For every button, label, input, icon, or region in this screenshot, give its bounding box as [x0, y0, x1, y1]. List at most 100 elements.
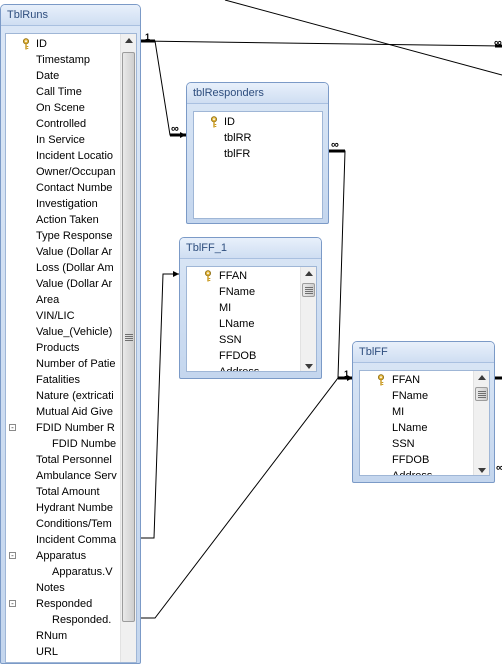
- relationship-line-responders-ff: [329, 150, 353, 379]
- field-row[interactable]: Owner/Occupan: [6, 164, 118, 180]
- field-row[interactable]: Total Amount: [6, 484, 118, 500]
- field-row[interactable]: On Scene: [6, 100, 118, 116]
- field-row[interactable]: tblRR: [194, 130, 322, 146]
- field-row[interactable]: tblFR: [194, 146, 322, 162]
- field-row[interactable]: ID: [6, 36, 118, 52]
- field-row[interactable]: MI: [360, 404, 472, 420]
- field-row[interactable]: FDID Numbe: [6, 436, 118, 452]
- scroll-down-icon[interactable]: [477, 468, 486, 473]
- table-title[interactable]: TblFF_1: [180, 238, 321, 259]
- field-row[interactable]: URL: [6, 644, 118, 660]
- relationship-line-offscreen-diagonal: [224, 0, 502, 76]
- table-title[interactable]: TblRuns: [1, 5, 140, 26]
- field-row[interactable]: FFAN: [360, 372, 472, 388]
- scroll-up-icon[interactable]: [304, 271, 313, 276]
- field-list[interactable]: FFAN FName MI LName SSN FFDOB Address: [186, 266, 317, 372]
- field-row[interactable]: Area: [6, 292, 118, 308]
- field-row[interactable]: Incident Locatio: [6, 148, 118, 164]
- field-label: FFDOB: [219, 350, 257, 362]
- field-label: Address: [219, 366, 260, 372]
- field-row[interactable]: Nature (extricati: [6, 388, 118, 404]
- field-row[interactable]: SSN: [360, 436, 472, 452]
- field-list[interactable]: ID Timestamp Date Call Time On Scene Controll…: [5, 33, 137, 663]
- field-row[interactable]: Timestamp: [6, 52, 118, 68]
- field-row[interactable]: Fatalities: [6, 372, 118, 388]
- field-row[interactable]: Notes: [6, 580, 118, 596]
- field-label: FName: [219, 286, 256, 298]
- field-row[interactable]: Apparatus.V: [6, 564, 118, 580]
- field-row[interactable]: FFDOB: [360, 452, 472, 468]
- field-row[interactable]: FName: [187, 284, 299, 300]
- field-row[interactable]: Value (Dollar Ar: [6, 276, 118, 292]
- field-list[interactable]: FFAN FName MI LName SSN FFDOB Address: [359, 370, 490, 476]
- field-row[interactable]: ID: [194, 114, 322, 130]
- scroll-thumb[interactable]: [302, 283, 315, 297]
- field-row[interactable]: FFAN: [187, 268, 299, 284]
- field-row[interactable]: Controlled: [6, 116, 118, 132]
- field-row[interactable]: Action Taken: [6, 212, 118, 228]
- field-rows: FFAN FName MI LName SSN FFDOB Address: [360, 372, 472, 475]
- collapse-icon[interactable]: -: [9, 600, 16, 608]
- field-label: LName: [219, 318, 255, 330]
- primary-key-icon: [377, 374, 385, 386]
- field-row[interactable]: Date: [6, 68, 118, 84]
- table-title[interactable]: tblResponders: [187, 83, 328, 104]
- field-list[interactable]: ID tblRR tblFR: [193, 111, 323, 219]
- field-label: RNum: [36, 630, 68, 642]
- field-row[interactable]: LName: [187, 316, 299, 332]
- field-row[interactable]: Contact Numbe: [6, 180, 118, 196]
- field-label: Area: [36, 294, 60, 306]
- scroll-up-icon[interactable]: [124, 38, 133, 43]
- field-row[interactable]: Loss (Dollar Am: [6, 260, 118, 276]
- table-title[interactable]: TblFF: [353, 342, 494, 363]
- field-row[interactable]: Conditions/Tem: [6, 516, 118, 532]
- scroll-thumb[interactable]: [475, 387, 488, 401]
- table-tblresponders[interactable]: tblResponders ID tblRR tblFR: [186, 82, 329, 224]
- field-row[interactable]: Address: [360, 468, 472, 475]
- scroll-down-icon[interactable]: [304, 364, 313, 369]
- table-tblff-1[interactable]: TblFF_1 FFAN FName MI LName SSN FFDOB Address: [179, 237, 322, 379]
- field-row[interactable]: - FDID Number R: [6, 420, 118, 436]
- scroll-up-icon[interactable]: [477, 375, 486, 380]
- field-row[interactable]: Call Time: [6, 84, 118, 100]
- field-row[interactable]: Address: [187, 364, 299, 372]
- field-rows: ID Timestamp Date Call Time On Scene Controll…: [6, 36, 118, 660]
- table-tblff[interactable]: TblFF FFAN FName MI LName SSN FFDOB Address: [352, 341, 495, 483]
- collapse-icon[interactable]: -: [9, 552, 16, 560]
- field-row[interactable]: Responded.: [6, 612, 118, 628]
- field-row[interactable]: Number of Patie: [6, 356, 118, 372]
- scroll-thumb[interactable]: [122, 52, 135, 622]
- vertical-scrollbar[interactable]: [120, 34, 136, 662]
- field-row[interactable]: - Responded: [6, 596, 118, 612]
- field-row[interactable]: FFDOB: [187, 348, 299, 364]
- field-row[interactable]: Incident Comma: [6, 532, 118, 548]
- field-row[interactable]: Total Personnel: [6, 452, 118, 468]
- field-row[interactable]: FName: [360, 388, 472, 404]
- field-label: Mutual Aid Give: [36, 406, 114, 418]
- vertical-scrollbar[interactable]: [300, 267, 316, 371]
- field-row[interactable]: Products: [6, 340, 118, 356]
- field-row[interactable]: MI: [187, 300, 299, 316]
- field-row[interactable]: Ambulance Serv: [6, 468, 118, 484]
- grip-icon: [124, 334, 133, 341]
- field-row[interactable]: Hydrant Numbe: [6, 500, 118, 516]
- field-label: VIN/LIC: [36, 310, 75, 322]
- field-label: Products: [36, 342, 80, 354]
- field-row[interactable]: SSN: [187, 332, 299, 348]
- collapse-icon[interactable]: -: [9, 424, 16, 432]
- field-row[interactable]: Mutual Aid Give: [6, 404, 118, 420]
- field-label: Owner/Occupan: [36, 166, 116, 178]
- field-row[interactable]: Investigation: [6, 196, 118, 212]
- field-row[interactable]: RNum: [6, 628, 118, 644]
- field-row[interactable]: In Service: [6, 132, 118, 148]
- field-row[interactable]: Value_(Vehicle): [6, 324, 118, 340]
- field-row[interactable]: Type Response: [6, 228, 118, 244]
- field-row[interactable]: Value (Dollar Ar: [6, 244, 118, 260]
- vertical-scrollbar[interactable]: [473, 371, 489, 475]
- field-row[interactable]: VIN/LIC: [6, 308, 118, 324]
- field-row[interactable]: LName: [360, 420, 472, 436]
- field-rows: ID tblRR tblFR: [194, 114, 322, 162]
- relationship-line-runs-ff1: [141, 273, 179, 539]
- field-row[interactable]: - Apparatus: [6, 548, 118, 564]
- table-tblruns[interactable]: TblRuns ID Timestamp Date Call Time On Scene…: [0, 4, 141, 664]
